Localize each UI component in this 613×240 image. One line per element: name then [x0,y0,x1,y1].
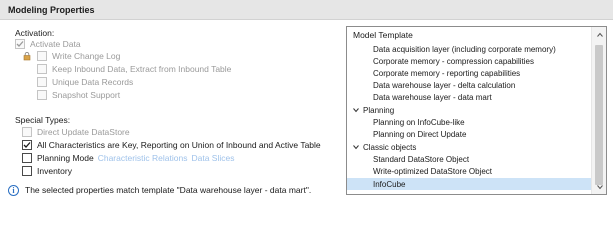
unique-records-checkbox[interactable]: Unique Data Records [22,76,133,88]
tree-header: Model Template [353,30,413,40]
checkbox-unchecked-icon [22,153,32,163]
direct-update-checkbox[interactable]: Direct Update DataStore [22,126,130,138]
chevron-down-icon[interactable] [352,143,360,151]
tree-item[interactable]: Corporate memory - reporting capabilitie… [347,67,591,79]
checkbox-unchecked-icon [22,127,32,137]
planning-mode-label: Planning Mode [37,153,94,163]
tree-item[interactable]: Data warehouse layer - data mart [347,91,591,103]
tree-item[interactable]: Data acquisition layer (including corpor… [347,43,591,55]
tree-item[interactable]: Planning on InfoCube-like [347,116,591,128]
all-characteristics-label: All Characteristics are Key, Reporting o… [37,140,321,150]
tree-scrollbar[interactable] [591,27,606,194]
direct-update-label: Direct Update DataStore [37,127,130,137]
checkbox-unchecked-icon [37,64,47,74]
unique-records-label: Unique Data Records [52,77,134,87]
tree-item[interactable]: Write-optimized DataStore Object [347,165,591,177]
special-types-label: Special Types: [15,115,71,125]
tree-item[interactable]: Standard DataStore Object [347,153,591,165]
snapshot-support-label: Snapshot Support [52,90,121,100]
scroll-up-icon[interactable] [595,30,604,39]
snapshot-support-checkbox[interactable]: Snapshot Support [22,89,120,101]
checkbox-unchecked-icon [37,90,47,100]
checkbox-checked-icon [22,140,32,150]
section-title: Modeling Properties [8,5,95,15]
section-header: Modeling Properties [0,0,613,20]
tree-item-selected[interactable]: InfoCube [347,178,591,190]
lock-icon [22,51,32,61]
info-icon: i [8,184,19,196]
activation-label: Activation: [15,28,55,38]
data-slices-link[interactable]: Data Slices [191,153,234,163]
tree-group-planning[interactable]: Planning [347,104,591,116]
activate-data-checkbox[interactable]: Activate Data [15,38,81,50]
write-change-log-checkbox[interactable]: Write Change Log [22,50,120,62]
checkbox-checked-icon [15,39,25,49]
all-characteristics-checkbox[interactable]: All Characteristics are Key, Reporting o… [22,139,321,151]
tree-item[interactable]: Corporate memory - compression capabilit… [347,55,591,67]
checkbox-unchecked-icon [22,166,32,176]
checkbox-unchecked-icon [37,77,47,87]
chevron-down-icon[interactable] [352,106,360,114]
keep-inbound-checkbox[interactable]: Keep Inbound Data, Extract from Inbound … [22,63,231,75]
characteristic-relations-link[interactable]: Characteristic Relations [98,153,188,163]
scroll-down-icon[interactable] [595,182,604,191]
write-change-log-label: Write Change Log [52,51,121,61]
inventory-label: Inventory [37,166,72,176]
info-message: i The selected properties match template… [8,183,311,197]
activate-data-label: Activate Data [30,39,81,49]
checkbox-unchecked-icon [37,51,47,61]
info-text: The selected properties match template "… [25,185,312,195]
tree-item[interactable]: Planning on Direct Update [347,128,591,140]
tree-item[interactable]: Data warehouse layer - delta calculation [347,79,591,91]
keep-inbound-label: Keep Inbound Data, Extract from Inbound … [52,64,232,74]
tree-group-classic[interactable]: Classic objects [347,141,591,153]
model-template-tree[interactable]: Model Template Data acquisition layer (i… [346,26,607,195]
scroll-thumb[interactable] [595,45,603,185]
inventory-checkbox[interactable]: Inventory [22,165,72,177]
planning-mode-checkbox[interactable]: Planning Mode Characteristic Relations D… [22,152,234,164]
